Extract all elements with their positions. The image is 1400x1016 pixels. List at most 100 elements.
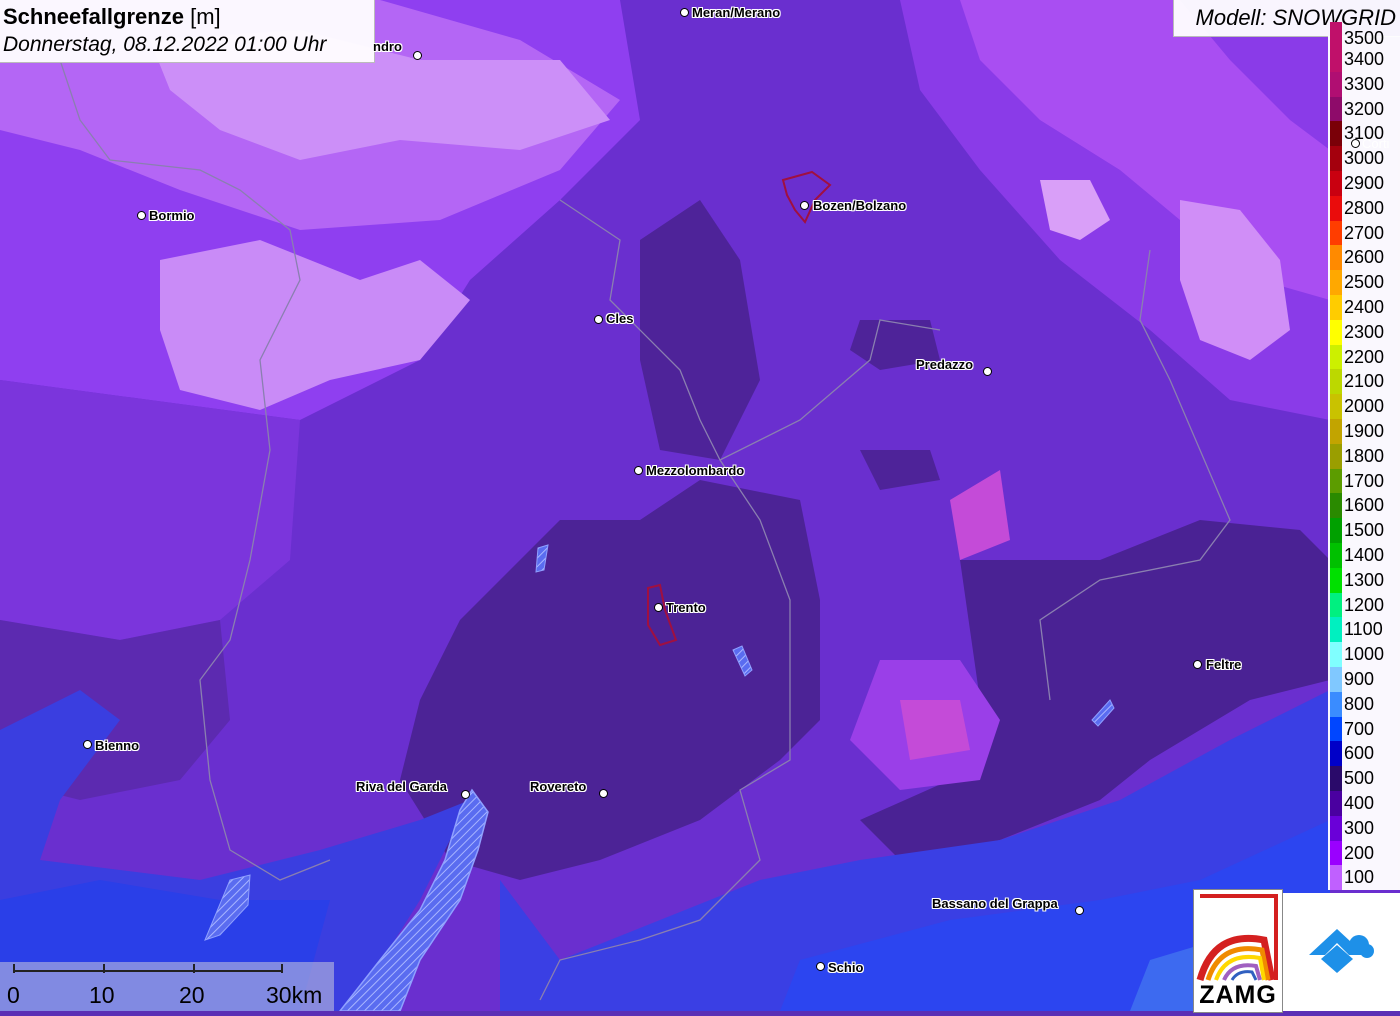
legend-label: 1900 — [1344, 421, 1385, 441]
legend-label: 2100 — [1344, 371, 1385, 392]
legend-row: 800 — [1328, 691, 1400, 717]
legend-swatch — [1330, 270, 1342, 295]
legend-label: 3500 — [1344, 28, 1385, 48]
legend-row: 2000 — [1328, 394, 1400, 419]
legend-row-top: 3500 — [1328, 22, 1400, 48]
legend-swatch — [1330, 741, 1342, 767]
legend-row: 2300 — [1328, 319, 1400, 345]
legend-swatch — [1330, 96, 1342, 122]
legend-swatch — [1330, 468, 1342, 494]
legend-label: 1200 — [1344, 594, 1385, 615]
scale-line — [13, 970, 283, 972]
city-label: Trento — [666, 600, 706, 615]
city-label: Bienno — [95, 738, 140, 753]
legend-label: 2800 — [1344, 197, 1385, 218]
legend-swatch — [1330, 121, 1342, 147]
legend-row: 1400 — [1328, 543, 1400, 568]
legend-row: 500 — [1328, 766, 1400, 791]
legend-label: 3400 — [1344, 49, 1385, 69]
legend-swatch — [1330, 691, 1342, 717]
legend-swatch — [1330, 195, 1342, 221]
legend-label: 2600 — [1344, 247, 1385, 268]
city-label: Mezzolombardo — [646, 463, 745, 478]
legend-row: 700 — [1328, 716, 1400, 742]
city-label: Schio — [828, 960, 864, 975]
legend-row: 1200 — [1328, 592, 1400, 618]
legend-swatch — [1330, 543, 1342, 568]
legend-swatch — [1330, 518, 1342, 543]
legend-row: 1500 — [1328, 518, 1400, 543]
legend-label: 300 — [1344, 817, 1375, 838]
scale-bar: 0 10 20 30km — [0, 962, 334, 1011]
zamg-logo[interactable]: ZAMG — [1193, 889, 1283, 1013]
city-marker-icon — [654, 603, 663, 612]
legend-swatch — [1330, 716, 1342, 742]
scale-tick — [103, 964, 105, 973]
city-label: Predazzo — [916, 357, 974, 372]
legend-label: 700 — [1344, 718, 1375, 739]
legend-swatch — [1330, 443, 1342, 469]
title-text: Schneefallgrenze — [3, 4, 184, 29]
legend-label: 200 — [1344, 842, 1375, 863]
legend-swatch — [1330, 419, 1342, 444]
city-label: ndro — [373, 39, 402, 54]
legend-label: 2700 — [1344, 222, 1385, 243]
legend-row: 400 — [1328, 791, 1400, 816]
legend-label: 2200 — [1344, 346, 1385, 367]
legend-label: 3000 — [1344, 148, 1385, 169]
legend-row: 2400 — [1328, 295, 1400, 320]
city-label: Feltre — [1206, 657, 1242, 672]
legend-row: 1100 — [1328, 617, 1400, 643]
legend-label: 1800 — [1344, 445, 1385, 466]
legend-label: 600 — [1344, 743, 1375, 764]
legend-row: 2900 — [1328, 171, 1400, 196]
scale-label-0: 0 — [7, 982, 20, 1008]
title-box: Schneefallgrenze [m] Donnerstag, 08.12.2… — [0, 0, 375, 63]
city-marker-icon — [634, 466, 643, 475]
scale-tick — [281, 964, 283, 973]
city-marker-icon — [594, 315, 603, 324]
legend-row: 1300 — [1328, 567, 1400, 593]
app-logo[interactable] — [1283, 893, 1400, 1011]
title-unit: [m] — [190, 4, 221, 29]
legend-swatch — [1330, 567, 1342, 593]
cloud-arrow-icon — [1309, 929, 1374, 973]
snowline-map[interactable] — [0, 0, 1400, 1011]
city-marker-icon — [680, 8, 689, 17]
legend-label: 1500 — [1344, 520, 1385, 541]
legend-row: 100 — [1328, 865, 1400, 891]
legend-swatch — [1330, 617, 1342, 643]
legend-label: 1100 — [1344, 619, 1383, 640]
scale-label-10: 10 — [89, 982, 115, 1008]
legend-label: 2900 — [1344, 173, 1385, 193]
legend-row: 2200 — [1328, 344, 1400, 370]
legend-label: 3300 — [1344, 73, 1385, 94]
legend-swatch — [1330, 815, 1342, 841]
legend-swatch — [1330, 369, 1342, 395]
legend-row: 600 — [1328, 741, 1400, 767]
scale-tick — [193, 964, 195, 973]
legend-row: 1700 — [1328, 468, 1400, 494]
legend-label: 800 — [1344, 693, 1375, 714]
legend-label: 2500 — [1344, 272, 1385, 293]
legend-row: 2500 — [1328, 270, 1400, 295]
legend-row: 2700 — [1328, 220, 1400, 246]
legend-row: 200 — [1328, 840, 1400, 866]
city-marker-icon — [983, 367, 992, 376]
legend-label: 500 — [1344, 768, 1375, 789]
legend-label: 1300 — [1344, 569, 1385, 590]
legend-row: 1000 — [1328, 642, 1400, 667]
legend-row: 1900 — [1328, 419, 1400, 444]
legend-swatch — [1330, 295, 1342, 320]
legend-label: 2000 — [1344, 396, 1385, 417]
legend-label: 1400 — [1344, 545, 1385, 565]
legend-swatch — [1330, 791, 1342, 816]
legend-swatch — [1330, 220, 1342, 246]
city-marker-icon — [461, 790, 470, 799]
legend-row: 1600 — [1328, 493, 1400, 519]
legend-swatch — [1330, 766, 1342, 791]
legend-row: 2100 — [1328, 369, 1400, 395]
legend-swatch — [1330, 493, 1342, 519]
color-legend: 3500 3400 3300 3200 3100 3000 2900 2800 2700 260… — [1328, 22, 1400, 891]
city-label: Meran/Merano — [692, 5, 781, 20]
